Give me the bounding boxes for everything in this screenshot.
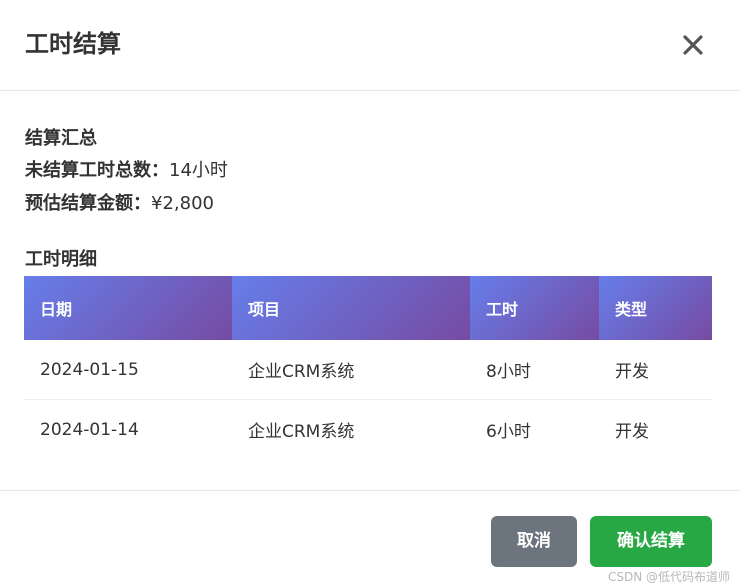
estimated-amount-label: 预估结算金额：: [25, 193, 151, 214]
unsettled-hours-line: 未结算工时总数：14小时: [25, 158, 228, 184]
table-row: 2024-01-14 企业CRM系统 6小时 开发: [24, 400, 712, 460]
cell-type: 开发: [615, 422, 649, 442]
summary-heading: 结算汇总: [25, 128, 97, 149]
cell-project: 企业CRM系统: [248, 422, 355, 442]
cell-type: 开发: [599, 340, 712, 400]
watermark: CSDN @低代码布道师: [607, 570, 730, 584]
modal-header: 工时结算: [0, 0, 740, 91]
cell-date: 2024-01-15: [24, 340, 232, 400]
settlement-modal: 工时结算 结算汇总 未结算工时总数：14小时 预估结算金额：¥2,800 工时明…: [0, 0, 740, 588]
column-header-project: 项目: [232, 276, 470, 340]
estimated-amount-value: ¥2,800: [151, 193, 214, 214]
hours-table: 日期 项目 工时 类型 2024-01-15 企业CRM系统 8小时 开发 20…: [24, 276, 712, 459]
table-header-row: 日期 项目 工时 类型: [24, 276, 712, 340]
unsettled-hours-value: 14小时: [169, 160, 228, 181]
table-row: 2024-01-15 企业CRM系统 8小时 开发: [24, 340, 712, 400]
column-header-date: 日期: [24, 276, 232, 340]
estimated-amount-line: 预估结算金额：¥2,800: [25, 191, 214, 217]
close-icon: [683, 35, 703, 55]
column-header-type: 类型: [599, 276, 712, 340]
modal-body: 结算汇总 未结算工时总数：14小时 预估结算金额：¥2,800 工时明细 日期 …: [0, 91, 740, 489]
detail-heading: 工时明细: [25, 249, 97, 270]
modal-title: 工时结算: [25, 30, 121, 58]
cell-project: 企业CRM系统: [232, 340, 470, 400]
confirm-settlement-button[interactable]: 确认结算: [590, 516, 712, 567]
cell-hours: 6小时: [486, 422, 531, 442]
cell-hours: 8小时: [470, 340, 599, 400]
cancel-button[interactable]: 取消: [491, 516, 577, 567]
column-header-hours: 工时: [470, 276, 599, 340]
unsettled-hours-label: 未结算工时总数：: [25, 160, 169, 181]
cell-date: 2024-01-14: [40, 419, 139, 440]
close-button[interactable]: [674, 26, 712, 64]
modal-footer: 取消 确认结算 CSDN @低代码布道师: [0, 490, 740, 588]
